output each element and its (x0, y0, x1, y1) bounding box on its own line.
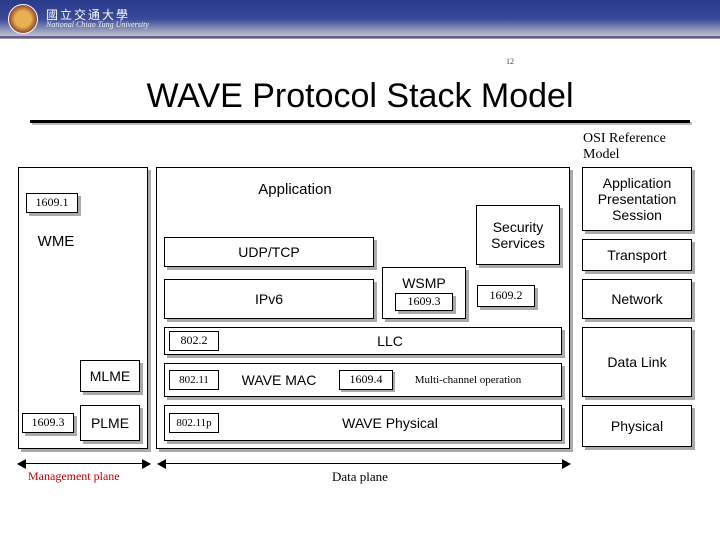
application-label: Application (200, 179, 390, 201)
header-bar: 國立交通大學 National Chiao Tung University (0, 0, 720, 39)
mgmt-plane-label: Management plane (28, 469, 120, 484)
osi-heading: OSI Reference Model (583, 131, 703, 163)
mac-row: 802.11 WAVE MAC 1609.4 Multi-channel ope… (164, 363, 562, 397)
plme-std-badge: 1609.3 (22, 413, 74, 433)
mlme-box: MLME (80, 360, 140, 392)
llc-label: LLC (219, 333, 561, 349)
ipv6-box: IPv6 (164, 279, 374, 319)
osi-datalink: Data Link (582, 327, 692, 397)
udp-tcp-box: UDP/TCP (164, 237, 374, 267)
university-name-sub: National Chiao Tung University (46, 21, 149, 29)
phy-row: 802.11p WAVE Physical (164, 405, 562, 441)
title-block: 12 WAVE Protocol Stack Model (0, 59, 720, 123)
university-name: 國立交通大學 National Chiao Tung University (46, 5, 149, 33)
wsmp-box: WSMP 1609.3 (382, 267, 466, 319)
osi-network: Network (582, 279, 692, 319)
page-title: WAVE Protocol Stack Model (116, 77, 603, 118)
mco-std-badge: 1609.4 (339, 370, 393, 390)
osi-physical: Physical (582, 405, 692, 447)
header-underline (0, 36, 720, 38)
page-number: 12 (506, 57, 514, 66)
data-plane-arrow-icon (158, 463, 570, 464)
mac-label: WAVE MAC (219, 372, 339, 388)
university-logo-icon (8, 4, 38, 34)
title-underline (30, 120, 690, 123)
osi-app-pres-sess: Application Presentation Session (582, 167, 692, 231)
mac-std-badge: 802.11 (169, 370, 219, 390)
wme-label: WME (26, 231, 86, 253)
phy-std-badge: 802.11p (169, 413, 219, 433)
diagram: OSI Reference Model Application Presenta… (0, 127, 720, 522)
data-plane-label: Data plane (332, 469, 388, 485)
osi-transport: Transport (582, 239, 692, 271)
phy-label: WAVE Physical (219, 415, 561, 431)
mgmt-plane-arrow-icon (18, 463, 150, 464)
llc-std-badge: 802.2 (169, 331, 219, 351)
llc-row: 802.2 LLC (164, 327, 562, 355)
mco-label: Multi-channel operation (393, 374, 543, 387)
wsmp-std-badge: 1609.3 (395, 293, 453, 311)
plme-box: PLME (80, 405, 140, 441)
security-box: Security Services (476, 205, 560, 265)
wsmp-label: WSMP (402, 275, 446, 291)
mgmt-std-badge: 1609.1 (26, 193, 78, 213)
security-std-badge: 1609.2 (477, 285, 535, 307)
